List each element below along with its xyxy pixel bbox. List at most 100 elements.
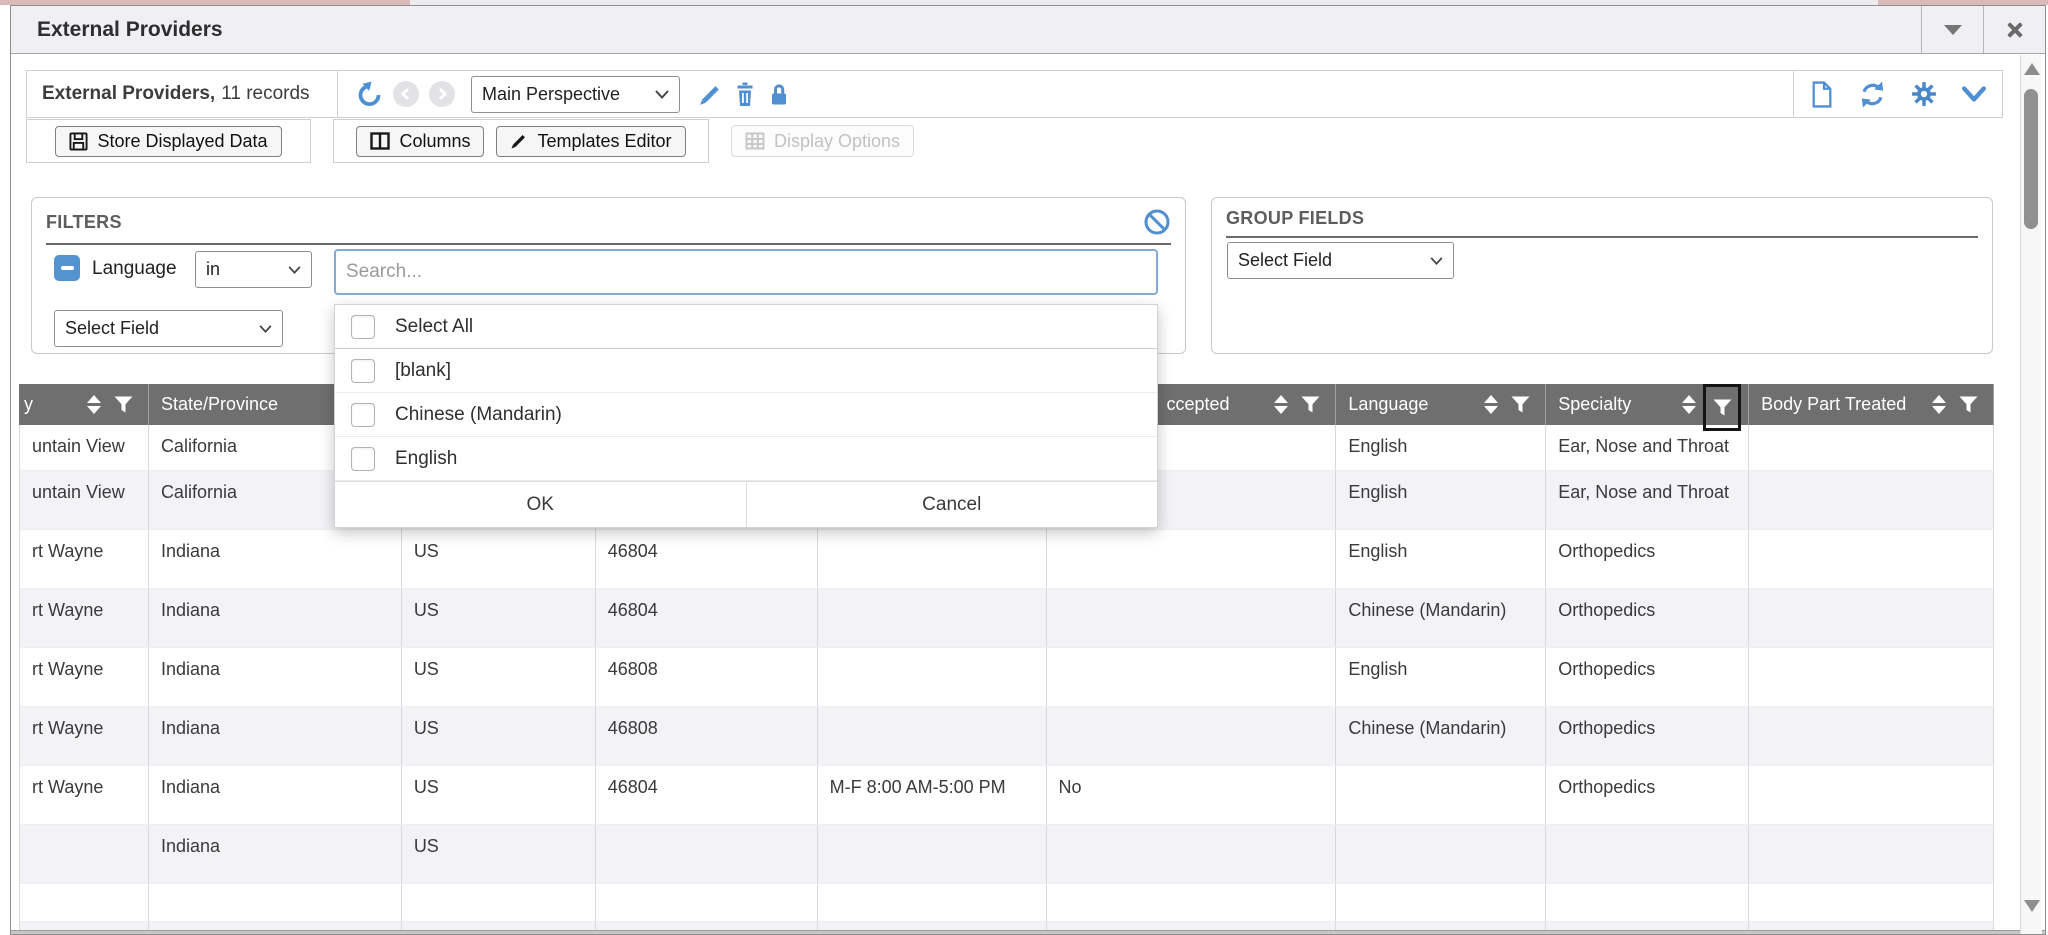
new-document-icon[interactable] [1810, 81, 1834, 108]
filter-funnel-icon[interactable] [1713, 399, 1732, 416]
scroll-down-arrow-icon[interactable] [2024, 900, 2040, 912]
table-cell: rt Wayne [20, 766, 149, 824]
dropdown-option[interactable]: [blank] [335, 349, 1157, 393]
pencil-icon [510, 132, 528, 150]
column-header-language[interactable]: Language [1336, 384, 1546, 425]
table-cell: English [1336, 648, 1546, 706]
column-header-label: Body Part Treated [1749, 394, 1932, 415]
sort-icon[interactable] [1274, 395, 1288, 414]
column-header-icons [1274, 395, 1320, 414]
sort-icon[interactable] [87, 395, 101, 414]
dropdown-cancel-button[interactable]: Cancel [747, 482, 1158, 527]
settings-gear-icon[interactable] [1911, 81, 1937, 107]
dropdown-option[interactable]: English [335, 437, 1157, 481]
column-header-specialty[interactable]: Specialty [1546, 384, 1749, 425]
scroll-up-arrow-icon[interactable] [2024, 63, 2040, 75]
filter-funnel-icon[interactable] [1959, 396, 1978, 413]
sort-icon[interactable] [1682, 395, 1696, 414]
add-filter-field-select[interactable]: Select Field [54, 310, 283, 347]
table-cell: Indiana [149, 530, 402, 588]
filters-header: FILTERS [46, 208, 1171, 245]
prev-perspective-button[interactable] [393, 81, 419, 107]
table-cell: untain View [20, 425, 149, 470]
templates-editor-button[interactable]: Templates Editor [496, 126, 685, 157]
dropdown-option[interactable]: Chinese (Mandarin) [335, 393, 1157, 437]
filter-funnel-icon[interactable] [114, 396, 133, 413]
column-header-y[interactable]: y [20, 384, 149, 425]
table-row[interactable]: rt WayneIndianaUS46804Chinese (Mandarin)… [20, 589, 1994, 648]
filter-search-input[interactable] [334, 249, 1158, 295]
display-options-button: Display Options [731, 125, 914, 157]
option-checkbox[interactable] [351, 315, 375, 339]
next-perspective-button[interactable] [429, 81, 455, 107]
table-cell [1749, 766, 1994, 824]
table-cell [1047, 884, 1337, 921]
table-cell [1546, 825, 1749, 883]
table-cell: Orthopedics [1546, 766, 1749, 824]
column-header-icons [1682, 392, 1733, 417]
vertical-scrollbar[interactable] [2020, 55, 2042, 934]
filter-operator-value: in [206, 259, 220, 280]
external-providers-dialog: External Providers External Providers, 1… [10, 5, 2046, 935]
option-label: [blank] [395, 360, 451, 382]
collapse-chevron-icon[interactable] [1962, 86, 1986, 103]
table-row[interactable]: rt WayneIndianaUS46804EnglishOrthopedics [20, 530, 1994, 589]
table-cell [1749, 425, 1994, 470]
table-cell [596, 884, 818, 921]
perspective-select[interactable]: Main Perspective [471, 76, 680, 113]
table-cell: M-F 8:00 AM-5:00 PM [818, 766, 1047, 824]
table-cell [818, 884, 1047, 921]
option-checkbox[interactable] [351, 447, 375, 471]
edit-perspective-icon[interactable] [698, 82, 723, 107]
scrollbar-thumb[interactable] [2024, 89, 2038, 229]
columns-button[interactable]: Columns [356, 126, 484, 157]
filter-operator-select[interactable]: in [195, 251, 312, 288]
caret-down-icon [1944, 25, 1962, 35]
filter-funnel-icon[interactable] [1301, 396, 1320, 413]
table-cell [402, 884, 596, 921]
dialog-titlebar: External Providers [11, 6, 2045, 54]
table-cell: 46804 [596, 766, 818, 824]
column-header-label: y [20, 394, 87, 415]
delete-perspective-icon[interactable] [733, 82, 757, 107]
undo-icon[interactable] [356, 81, 383, 108]
option-label: English [395, 448, 457, 470]
table-cell [1749, 884, 1994, 921]
records-count: 11 records [221, 83, 309, 105]
table-row[interactable] [20, 884, 1994, 922]
table-row[interactable]: rt WayneIndianaUS46804M-F 8:00 AM-5:00 P… [20, 766, 1994, 825]
table-cell: 46804 [596, 530, 818, 588]
dropdown-ok-button[interactable]: OK [335, 482, 747, 527]
sort-icon[interactable] [1932, 395, 1946, 414]
table-cell: 46808 [596, 707, 818, 765]
table-row[interactable]: rt WayneIndianaUS46808EnglishOrthopedics [20, 648, 1994, 707]
table-cell: US [402, 648, 596, 706]
column-header-label: Language [1336, 394, 1484, 415]
filter-funnel-icon[interactable] [1511, 396, 1530, 413]
window-menu-button[interactable] [1921, 6, 1983, 53]
table-cell: US [402, 589, 596, 647]
column-header-body-part-treated[interactable]: Body Part Treated [1749, 384, 1994, 425]
sort-icon[interactable] [1484, 395, 1498, 414]
option-checkbox[interactable] [351, 359, 375, 383]
group-field-select[interactable]: Select Field [1227, 242, 1454, 279]
table-row[interactable]: rt WayneIndianaUS46808Chinese (Mandarin)… [20, 707, 1994, 766]
table-row[interactable]: IndianaUS [20, 825, 1994, 884]
option-checkbox[interactable] [351, 403, 375, 427]
group-fields-title: GROUP FIELDS [1226, 208, 1364, 229]
table-cell [1336, 884, 1546, 921]
window-close-button[interactable] [1983, 6, 2045, 53]
remove-filter-button[interactable] [54, 255, 80, 281]
refresh-icon[interactable] [1859, 81, 1886, 108]
store-displayed-data-button[interactable]: Store Displayed Data [55, 126, 281, 157]
lock-perspective-icon[interactable] [767, 82, 791, 107]
records-title: External Providers, [42, 83, 215, 105]
table-cell [1047, 707, 1337, 765]
dropdown-option[interactable]: Select All [335, 305, 1157, 349]
table-cell: Orthopedics [1546, 648, 1749, 706]
clear-filters-icon[interactable] [1143, 208, 1171, 236]
table-cell: No [1047, 766, 1337, 824]
table-cell: Ear, Nose and Throat [1546, 425, 1749, 470]
save-icon [69, 132, 88, 151]
group-fields-header: GROUP FIELDS [1226, 208, 1978, 238]
